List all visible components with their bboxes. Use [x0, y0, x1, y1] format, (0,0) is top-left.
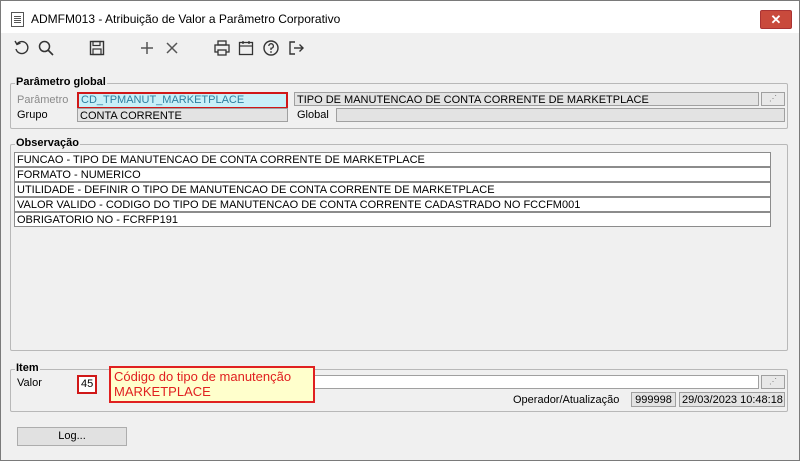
delete-icon[interactable] [161, 37, 183, 59]
observacao-legend: Observação [15, 137, 80, 149]
exit-icon[interactable] [285, 37, 307, 59]
operador-label: Operador/Atualização [513, 394, 620, 406]
valor-lookup-button[interactable]: ⋰ [761, 375, 785, 389]
parametro-global-legend: Parâmetro global [15, 76, 107, 88]
calendar-icon[interactable] [235, 37, 257, 59]
grupo-label: Grupo [17, 109, 48, 121]
toolbar [1, 33, 799, 63]
undo-icon[interactable] [11, 37, 33, 59]
help-icon[interactable] [260, 37, 282, 59]
observacao-line: OBRIGATORIO NO - FCRFP191 [14, 212, 771, 227]
annotation-line-2: MARKETPLACE [114, 384, 211, 399]
search-icon[interactable] [35, 37, 57, 59]
atualizacao-field: 29/03/2023 10:48:18 [679, 392, 785, 407]
parametro-label: Parâmetro [17, 94, 69, 106]
annotation-callout: Código do tipo de manutenção MARKETPLACE [109, 366, 315, 403]
item-legend: Item [15, 362, 40, 374]
global-label: Global [297, 109, 329, 121]
title-bar: ADMFM013 - Atribuição de Valor a Parâmet… [1, 1, 799, 33]
window-title: ADMFM013 - Atribuição de Valor a Parâmet… [31, 12, 341, 26]
parametro-description-field: TIPO DE MANUTENCAO DE CONTA CORRENTE DE … [294, 92, 759, 106]
observacao-line: FORMATO - NUMERICO [14, 167, 771, 182]
valor-input[interactable]: 45 [77, 375, 97, 394]
main-window: ADMFM013 - Atribuição de Valor a Parâmet… [0, 0, 800, 461]
save-icon[interactable] [86, 37, 108, 59]
print-icon[interactable] [211, 37, 233, 59]
valor-input-extension[interactable] [311, 375, 759, 389]
parametro-field[interactable]: CD_TPMANUT_MARKETPLACE [77, 92, 288, 109]
global-field [336, 108, 785, 122]
valor-label: Valor [17, 377, 42, 389]
document-icon [11, 12, 24, 27]
add-icon[interactable] [136, 37, 158, 59]
operador-field: 999998 [631, 392, 676, 407]
parametro-lookup-button[interactable]: ⋰ [761, 92, 785, 106]
grupo-field: CONTA CORRENTE [77, 108, 288, 122]
observacao-line: FUNCAO - TIPO DE MANUTENCAO DE CONTA COR… [14, 152, 771, 167]
annotation-line-1: Código do tipo de manutenção [114, 369, 292, 384]
observacao-line: UTILIDADE - DEFINIR O TIPO DE MANUTENCAO… [14, 182, 771, 197]
observacao-line: VALOR VALIDO - CODIGO DO TIPO DE MANUTEN… [14, 197, 771, 212]
log-button[interactable]: Log... [17, 427, 127, 446]
close-button[interactable]: ✕ [760, 10, 792, 29]
